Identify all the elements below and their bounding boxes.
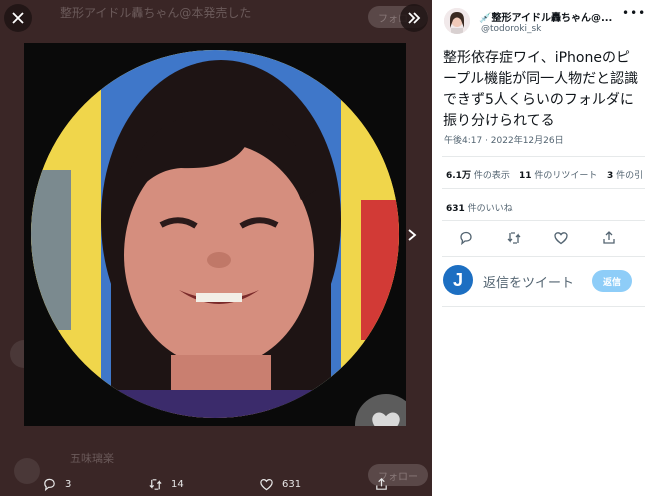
- author-name[interactable]: 💉整形アイドル轟ちゃん@...: [479, 9, 619, 24]
- quotes-label: 件の引: [613, 171, 644, 181]
- background-profile-header: 整形アイドル轟ちゃん@本発売した: [60, 6, 252, 20]
- divider: [442, 156, 645, 157]
- author-avatar[interactable]: [444, 8, 470, 34]
- retweets-stat[interactable]: 11 件のリツイート: [519, 168, 597, 181]
- tweet-detail-panel: 💉整形アイドル轟ちゃん@... @todoroki_sk ••• 整形依存症ワイ…: [432, 0, 645, 496]
- reply-icon: [460, 231, 472, 246]
- views-stat[interactable]: 6.1万 件の表示: [446, 168, 510, 181]
- reply-count: 3: [65, 478, 72, 490]
- retweet-count: 14: [171, 478, 184, 490]
- share-icon: [376, 477, 387, 490]
- like-button[interactable]: [553, 230, 569, 246]
- divider: [442, 220, 645, 221]
- retweet-icon: [507, 232, 521, 244]
- retweets-count: 11: [519, 171, 532, 181]
- profile-photo: [31, 50, 399, 418]
- heart-icon: [372, 412, 400, 426]
- share-icon: [603, 231, 615, 244]
- share-action[interactable]: [374, 477, 389, 492]
- quotes-stat[interactable]: 3 件の引: [607, 168, 643, 181]
- chevron-right-icon: [408, 229, 417, 241]
- more-options-button[interactable]: •••: [622, 6, 645, 20]
- retweet-button[interactable]: [506, 230, 522, 246]
- views-label: 件の表示: [470, 171, 510, 181]
- heart-overlay-button[interactable]: [355, 394, 406, 426]
- retweet-icon: [149, 478, 162, 490]
- heart-icon: [260, 478, 273, 490]
- background-username: 五味璃楽: [70, 452, 114, 465]
- close-icon: [12, 12, 24, 24]
- reply-button[interactable]: [458, 230, 474, 246]
- retweets-label: 件のリツイート: [531, 171, 598, 181]
- reply-action[interactable]: 3: [42, 477, 71, 492]
- reply-submit-button[interactable]: 返信: [592, 270, 632, 292]
- reply-input[interactable]: 返信をツイート: [483, 272, 574, 291]
- expand-panel-button[interactable]: [400, 4, 428, 32]
- expand-icon: [408, 12, 421, 24]
- author-handle[interactable]: @todoroki_sk: [481, 24, 541, 34]
- current-user-avatar: J: [443, 265, 473, 295]
- like-action[interactable]: 631: [259, 477, 301, 492]
- like-count: 631: [282, 478, 302, 490]
- heart-icon: [554, 232, 568, 245]
- next-image-button[interactable]: [398, 221, 426, 249]
- reply-icon: [44, 478, 55, 491]
- more-icon: •••: [622, 6, 645, 20]
- divider: [442, 188, 645, 189]
- share-button[interactable]: [601, 230, 617, 246]
- views-count: 6.1万: [446, 171, 471, 181]
- retweet-action[interactable]: 14: [148, 477, 184, 492]
- divider: [442, 256, 645, 257]
- tweet-text: 整形依存症ワイ、iPhoneのピープル機能が同一人物だと認識できず5人くらいのフ…: [443, 50, 639, 129]
- likes-stat[interactable]: 631 件のいいね: [446, 201, 513, 214]
- tweet-timestamp[interactable]: 午後4:17 · 2022年12月26日: [444, 133, 564, 146]
- likes-count: 631: [446, 204, 465, 214]
- likes-label: 件のいいね: [464, 204, 513, 214]
- divider: [442, 306, 645, 307]
- media-action-bar: 3 14 631: [0, 472, 432, 496]
- media-image[interactable]: [24, 43, 406, 426]
- close-button[interactable]: [4, 4, 32, 32]
